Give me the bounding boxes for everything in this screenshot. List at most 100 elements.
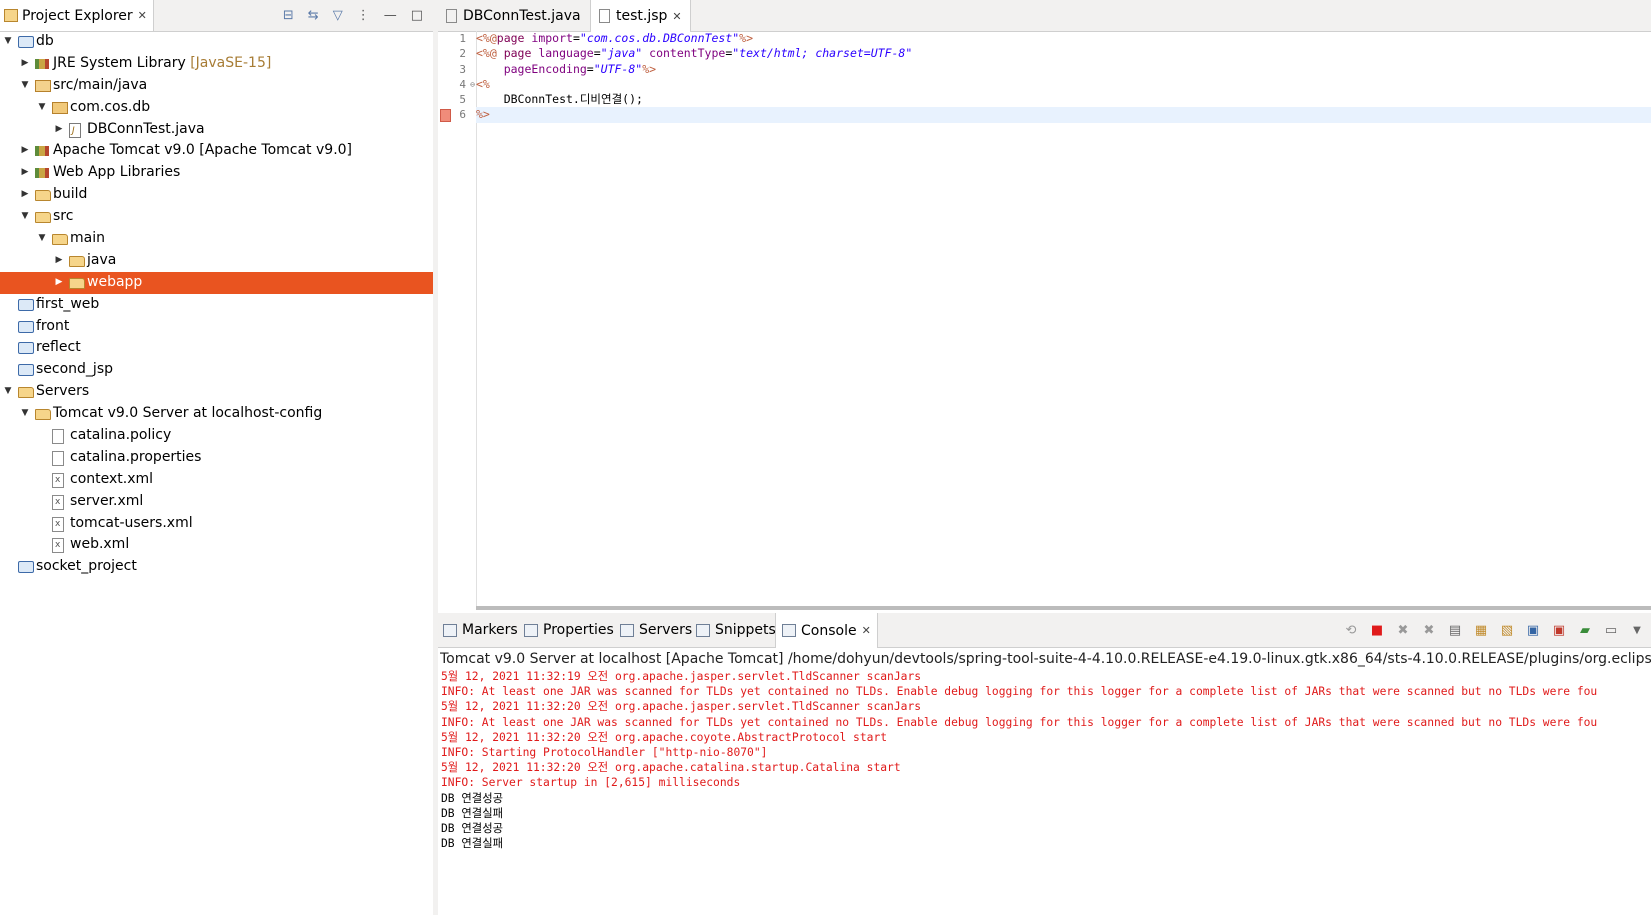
chevron-right-icon[interactable]: ▶ xyxy=(54,272,64,294)
chevron-right-icon[interactable]: ▶ xyxy=(54,250,64,272)
tree-item[interactable]: ▶ DBConnTest.java xyxy=(0,119,433,143)
tab-test-jsp[interactable]: test.jsp ✕ xyxy=(590,0,691,32)
display-console-icon[interactable]: ▭ xyxy=(1603,623,1619,638)
fold-icon[interactable]: ⊖ xyxy=(470,77,475,92)
chevron-down-icon[interactable]: ▼ xyxy=(1629,625,1645,636)
tab-console[interactable]: Console ✕ xyxy=(775,613,878,648)
editor-tabs: DBConnTest.java test.jsp ✕ xyxy=(438,0,1651,32)
xml-file-icon xyxy=(52,492,64,514)
tab-markers[interactable]: Markers xyxy=(443,613,518,647)
tree-item[interactable]: front xyxy=(0,316,433,338)
close-icon[interactable]: ✕ xyxy=(672,10,681,23)
show-on-stderr-icon[interactable]: ▣ xyxy=(1551,623,1567,638)
tab-properties[interactable]: Properties xyxy=(524,613,614,647)
console-line: INFO: Starting ProtocolHandler ["http-ni… xyxy=(441,745,768,759)
folder-icon xyxy=(18,387,34,399)
chevron-right-icon[interactable]: ▶ xyxy=(20,53,30,75)
code-token: page xyxy=(496,31,532,45)
terminate-icon[interactable]: ■ xyxy=(1369,623,1385,638)
chevron-down-icon[interactable]: ▼ xyxy=(37,97,47,119)
code-token: import xyxy=(531,31,573,45)
tree-item[interactable]: socket_project xyxy=(0,556,433,578)
code-token: page xyxy=(503,46,539,61)
clear-console-icon[interactable]: ▤ xyxy=(1447,623,1463,638)
tree-item[interactable]: ▶ JRE System Library [JavaSE-15] xyxy=(0,53,433,75)
pin-console-icon[interactable]: ▰ xyxy=(1577,623,1593,638)
close-icon[interactable]: ✕ xyxy=(138,9,147,22)
tree-item[interactable]: ▼ Tomcat v9.0 Server at localhost-config xyxy=(0,403,433,425)
tree-item[interactable]: web.xml xyxy=(0,534,433,557)
tab-dbconntest-java[interactable]: DBConnTest.java xyxy=(438,0,589,31)
chevron-down-icon[interactable]: ▼ xyxy=(37,228,47,250)
chevron-down-icon[interactable]: ▼ xyxy=(20,403,30,425)
tree-item[interactable]: ▼ db xyxy=(0,31,433,53)
code-token: <%@ xyxy=(476,46,504,61)
maximize-icon[interactable]: □ xyxy=(411,8,423,23)
tree-item-text: DBConnTest.java xyxy=(87,120,205,137)
tree-item[interactable]: ▶ webapp xyxy=(0,271,433,294)
folder-icon xyxy=(35,212,51,224)
tree-item[interactable]: ▶ Web App Libraries xyxy=(0,162,433,184)
tree-item[interactable]: ▼ com.cos.db xyxy=(0,97,433,119)
chevron-down-icon[interactable]: ▼ xyxy=(20,75,30,97)
xml-file-icon xyxy=(52,470,64,492)
code-token: contentType xyxy=(649,46,726,61)
tab-snippets[interactable]: Snippets xyxy=(696,613,776,647)
tree-item[interactable]: context.xml xyxy=(0,469,433,492)
line-number-text: 3 xyxy=(459,62,466,76)
tree-item-decoration: [JavaSE-15] xyxy=(190,54,272,71)
tree-item[interactable]: second_jsp xyxy=(0,359,433,381)
collapse-all-icon[interactable]: ⊟ xyxy=(283,8,294,23)
scroll-lock-icon[interactable]: ▦ xyxy=(1473,623,1489,638)
tree-item[interactable]: catalina.properties xyxy=(0,447,433,469)
show-on-stdout-icon[interactable]: ▣ xyxy=(1525,623,1541,638)
console-output[interactable]: 5월 12, 2021 11:32:19 오전 org.apache.jaspe… xyxy=(441,669,1651,851)
horizontal-scrollbar[interactable] xyxy=(476,606,1651,610)
console-line: 5월 12, 2021 11:32:19 오전 org.apache.jaspe… xyxy=(441,670,922,683)
tree-item[interactable]: ▶ java xyxy=(0,250,433,272)
chevron-down-icon[interactable]: ▼ xyxy=(3,381,13,403)
code-token: %> xyxy=(476,107,490,122)
tree-item-text: src xyxy=(53,208,74,225)
chevron-right-icon[interactable]: ▶ xyxy=(20,162,30,184)
code-token: <% xyxy=(476,76,490,91)
tree-item[interactable]: ▶ Apache Tomcat v9.0 [Apache Tomcat v9.0] xyxy=(0,140,433,162)
tree-item[interactable]: ▼ src xyxy=(0,206,433,228)
tree-item[interactable]: reflect xyxy=(0,337,433,359)
close-icon[interactable]: ✕ xyxy=(862,624,871,637)
filter-icon[interactable]: ▽ xyxy=(333,8,343,23)
tree-item-text: src/main/java xyxy=(53,76,148,93)
tree-item[interactable]: first_web xyxy=(0,294,433,316)
tree-item-text: Servers xyxy=(36,383,90,400)
folder-icon xyxy=(35,190,51,202)
word-wrap-icon[interactable]: ▧ xyxy=(1499,623,1515,638)
chevron-down-icon[interactable]: ▼ xyxy=(3,31,13,53)
code-editor[interactable]: <%@page import="com.cos.db.DBConnTest"%>… xyxy=(476,31,1651,606)
tree-item[interactable]: catalina.policy xyxy=(0,425,433,447)
tree-item[interactable]: ▼ Servers xyxy=(0,381,433,403)
tree-item[interactable]: ▶ build xyxy=(0,184,433,206)
tree-item[interactable]: server.xml xyxy=(0,491,433,514)
view-menu-icon[interactable]: ⋮ xyxy=(357,8,370,23)
tree-item[interactable]: ▼ src/main/java xyxy=(0,75,433,97)
chevron-right-icon[interactable]: ▶ xyxy=(20,184,30,206)
error-marker-icon[interactable] xyxy=(440,109,451,123)
minimize-icon[interactable]: — xyxy=(384,8,397,23)
project-tree: ▼ db ▶ JRE System Library [JavaSE-15] ▼ src/m… xyxy=(0,31,433,578)
chevron-right-icon[interactable]: ▶ xyxy=(54,119,64,141)
restart-icon[interactable]: ⟲ xyxy=(1343,623,1359,638)
chevron-down-icon[interactable]: ▼ xyxy=(20,206,30,228)
link-with-editor-icon[interactable]: ⇆ xyxy=(308,8,319,23)
tree-item[interactable]: tomcat-users.xml xyxy=(0,513,433,535)
tab-project-explorer[interactable]: Project Explorer ✕ xyxy=(0,0,154,31)
remove-launch-icon[interactable]: ✖ xyxy=(1395,623,1411,638)
chevron-right-icon[interactable]: ▶ xyxy=(20,140,30,162)
project-explorer-icon xyxy=(4,9,18,22)
tree-item-text: java xyxy=(87,251,117,268)
tree-item-label: first_web xyxy=(36,294,99,316)
tab-servers[interactable]: Servers xyxy=(620,613,692,647)
file-icon xyxy=(52,429,64,445)
code-token: pageEncoding xyxy=(503,61,587,76)
remove-all-launches-icon[interactable]: ✖ xyxy=(1421,623,1437,638)
tree-item[interactable]: ▼ main xyxy=(0,228,433,250)
